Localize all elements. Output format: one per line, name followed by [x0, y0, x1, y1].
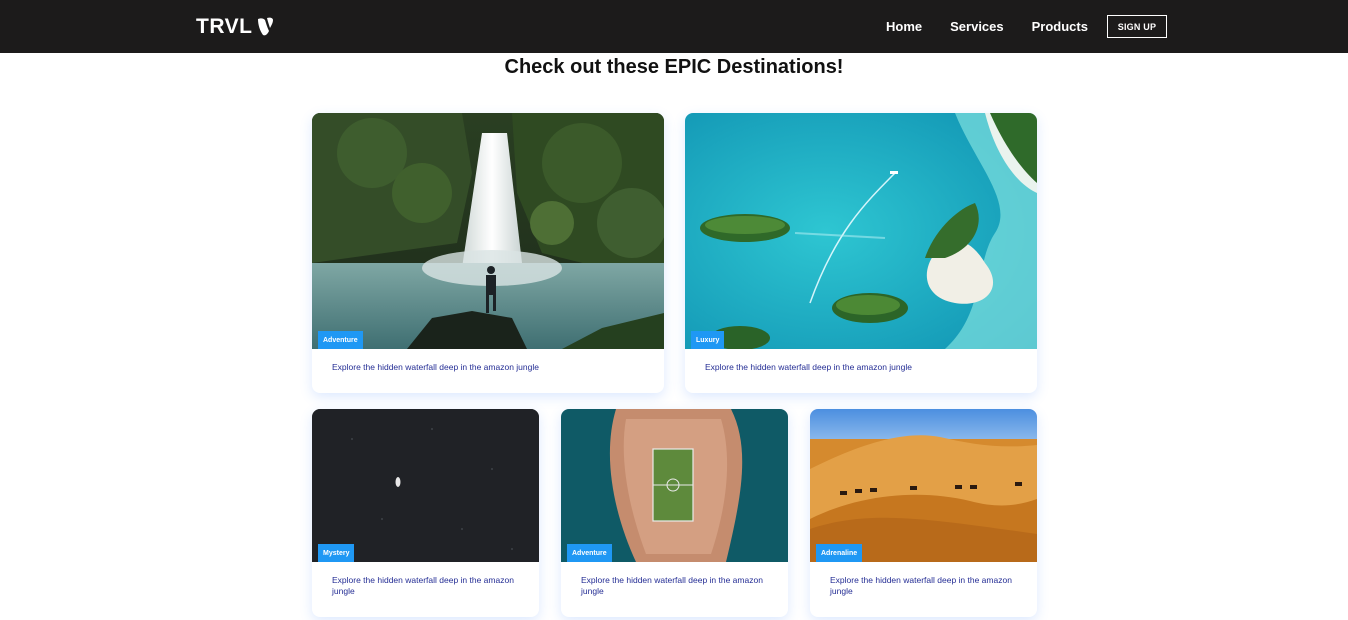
card-description: Explore the hidden waterfall deep in the… [332, 362, 539, 372]
card-tag: Adrenaline [816, 544, 863, 562]
nav-services[interactable]: Services [936, 0, 1018, 53]
destination-card[interactable]: Adventure Explore the hidden waterfall d… [561, 409, 788, 617]
destination-card[interactable]: Mystery Explore the hidden waterfall dee… [312, 409, 539, 617]
card-description: Explore the hidden waterfall deep in the… [332, 575, 514, 596]
card-description: Explore the hidden waterfall deep in the… [830, 575, 1012, 596]
brand-logo[interactable]: TRVL [196, 15, 274, 39]
destination-card[interactable]: Adventure Explore the hidden waterfall d… [312, 113, 664, 393]
typo3-icon [258, 17, 274, 36]
card-tag: Luxury [691, 331, 725, 349]
waterfall-image: Adventure [312, 113, 664, 349]
brand-name: TRVL [196, 15, 253, 38]
nav-home[interactable]: Home [872, 0, 936, 53]
card-tag: Adventure [567, 544, 612, 562]
destination-card[interactable]: Luxury Explore the hidden waterfall deep… [685, 113, 1037, 393]
destination-card[interactable]: Adrenaline Explore the hidden waterfall … [810, 409, 1037, 617]
nav-links: Home Services Products [872, 0, 1102, 53]
card-description: Explore the hidden waterfall deep in the… [705, 362, 912, 372]
desert-caravan-image: Adrenaline [810, 409, 1037, 562]
tropical-lagoon-image: Luxury [685, 113, 1037, 349]
card-description: Explore the hidden waterfall deep in the… [581, 575, 763, 596]
page-title: Check out these EPIC Destinations! [504, 56, 844, 78]
dark-ocean-image: Mystery [312, 409, 539, 562]
signup-button[interactable]: SIGN UP [1107, 15, 1167, 38]
navbar: TRVL Home Services Products SIGN UP [0, 0, 1348, 53]
island-football-field-image: Adventure [561, 409, 788, 562]
card-tag: Adventure [318, 331, 363, 349]
card-tag: Mystery [318, 544, 355, 562]
nav-products[interactable]: Products [1018, 0, 1102, 53]
